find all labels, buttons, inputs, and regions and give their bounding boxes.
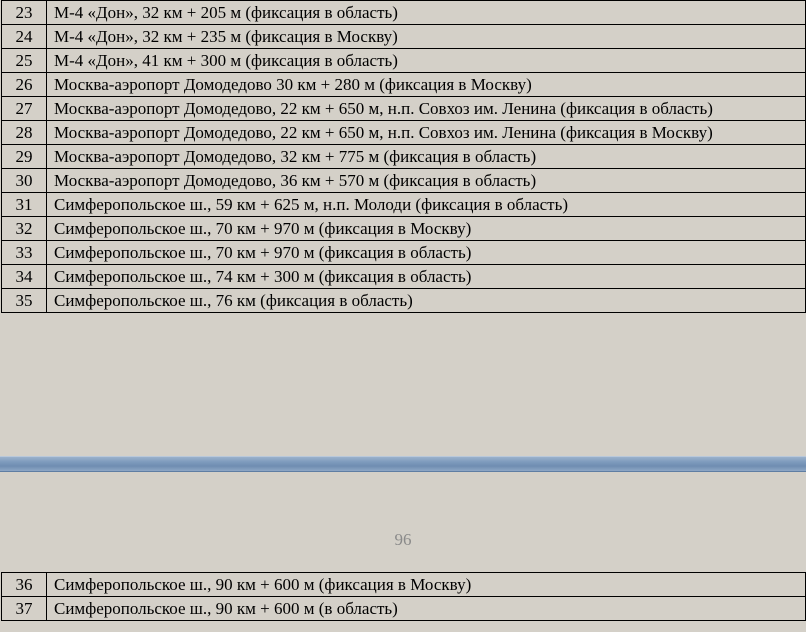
table-row: 33 Симферопольское ш., 70 км + 970 м (фи… bbox=[1, 240, 806, 265]
location-cell: Симферопольское ш., 59 км + 625 м, н.п. … bbox=[46, 192, 806, 217]
row-number: 33 bbox=[1, 240, 47, 265]
row-number: 34 bbox=[1, 264, 47, 289]
table-row: 35 Симферопольское ш., 76 км (фиксация в… bbox=[1, 288, 806, 313]
location-cell: М-4 «Дон», 41 км + 300 м (фиксация в обл… bbox=[46, 48, 806, 73]
table-row: 23 М-4 «Дон», 32 км + 205 м (фиксация в … bbox=[1, 0, 806, 25]
camera-locations-table: 23 М-4 «Дон», 32 км + 205 м (фиксация в … bbox=[1, 0, 806, 313]
location-cell: М-4 «Дон», 32 км + 235 м (фиксация в Мос… bbox=[46, 24, 806, 49]
table-row: 27 Москва-аэропорт Домодедово, 22 км + 6… bbox=[1, 96, 806, 121]
table-row: 32 Симферопольское ш., 70 км + 970 м (фи… bbox=[1, 216, 806, 241]
page-number: 96 bbox=[394, 530, 412, 549]
row-number: 30 bbox=[1, 168, 47, 193]
row-number: 35 bbox=[1, 288, 47, 313]
table-row: 37 Симферопольское ш., 90 км + 600 м (в … bbox=[1, 596, 806, 621]
table-row: 31 Симферопольское ш., 59 км + 625 м, н.… bbox=[1, 192, 806, 217]
table-row: 25 М-4 «Дон», 41 км + 300 м (фиксация в … bbox=[1, 48, 806, 73]
row-number: 31 bbox=[1, 192, 47, 217]
row-number: 24 bbox=[1, 24, 47, 49]
document-page: 23 М-4 «Дон», 32 км + 205 м (фиксация в … bbox=[0, 0, 806, 632]
table-row: 34 Симферопольское ш., 74 км + 300 м (фи… bbox=[1, 264, 806, 289]
table-row: 30 Москва-аэропорт Домодедово, 36 км + 5… bbox=[1, 168, 806, 193]
row-number: 32 bbox=[1, 216, 47, 241]
table-row: 29 Москва-аэропорт Домодедово, 32 км + 7… bbox=[1, 144, 806, 169]
location-cell: Симферопольское ш., 90 км + 600 м (в обл… bbox=[46, 596, 806, 621]
row-number: 25 bbox=[1, 48, 47, 73]
camera-locations-table-continued: 36 Симферопольское ш., 90 км + 600 м (фи… bbox=[1, 572, 806, 621]
location-cell: Москва-аэропорт Домодедово, 36 км + 570 … bbox=[46, 168, 806, 193]
location-cell: Москва-аэропорт Домодедово, 22 км + 650 … bbox=[46, 96, 806, 121]
table-row: 26 Москва-аэропорт Домодедово 30 км + 28… bbox=[1, 72, 806, 97]
row-number: 36 bbox=[1, 572, 47, 597]
table-row: 24 М-4 «Дон», 32 км + 235 м (фиксация в … bbox=[1, 24, 806, 49]
table-row: 36 Симферопольское ш., 90 км + 600 м (фи… bbox=[1, 572, 806, 597]
location-cell: Москва-аэропорт Домодедово 30 км + 280 м… bbox=[46, 72, 806, 97]
table-row: 28 Москва-аэропорт Домодедово, 22 км + 6… bbox=[1, 120, 806, 145]
row-number: 37 bbox=[1, 596, 47, 621]
row-number: 29 bbox=[1, 144, 47, 169]
row-number: 26 bbox=[1, 72, 47, 97]
location-cell: Москва-аэропорт Домодедово, 22 км + 650 … bbox=[46, 120, 806, 145]
location-cell: Симферопольское ш., 90 км + 600 м (фикса… bbox=[46, 572, 806, 597]
page-break-divider bbox=[0, 456, 806, 472]
row-number: 28 bbox=[1, 120, 47, 145]
location-cell: Симферопольское ш., 76 км (фиксация в об… bbox=[46, 288, 806, 313]
location-cell: Симферопольское ш., 70 км + 970 м (фикса… bbox=[46, 216, 806, 241]
location-cell: Симферопольское ш., 74 км + 300 м (фикса… bbox=[46, 264, 806, 289]
location-cell: Москва-аэропорт Домодедово, 32 км + 775 … bbox=[46, 144, 806, 169]
location-cell: Симферопольское ш., 70 км + 970 м (фикса… bbox=[46, 240, 806, 265]
row-number: 23 bbox=[1, 0, 47, 25]
row-number: 27 bbox=[1, 96, 47, 121]
location-cell: М-4 «Дон», 32 км + 205 м (фиксация в обл… bbox=[46, 0, 806, 25]
